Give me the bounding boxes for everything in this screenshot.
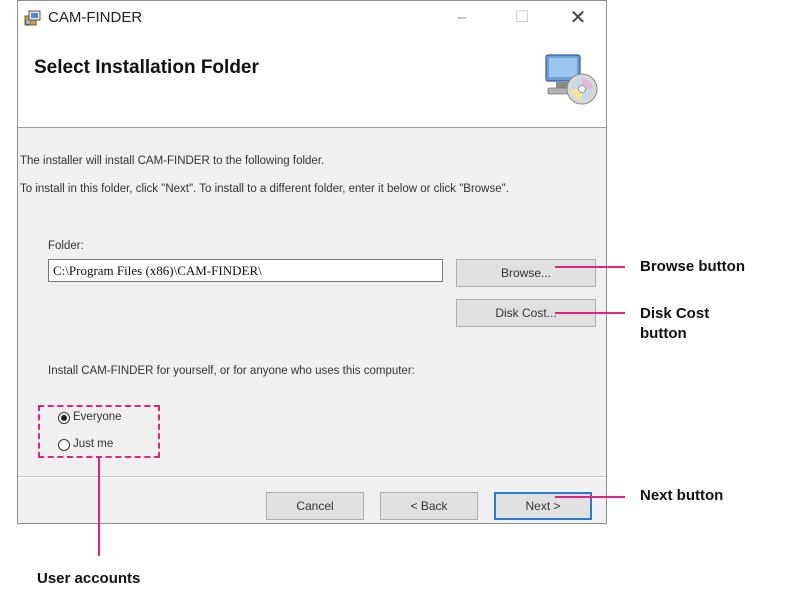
user-accounts-highlight: [38, 405, 160, 458]
back-button[interactable]: < Back: [380, 492, 478, 520]
user-accounts-callout-label: User accounts: [37, 570, 141, 587]
disk-cost-callout-line1: Disk Cost: [640, 305, 710, 322]
maximize-button[interactable]: ☐: [502, 5, 542, 31]
page-title: Select Installation Folder: [34, 57, 259, 78]
intro-text: The installer will install CAM-FINDER to…: [20, 155, 325, 167]
close-button[interactable]: ✕: [558, 5, 598, 31]
folder-path-input[interactable]: [48, 259, 443, 282]
next-callout-label: Next button: [640, 487, 724, 504]
disk-cost-callout-line2: button: [640, 325, 687, 342]
wizard-header: Select Installation Folder: [18, 35, 606, 128]
disk-cost-callout-line: [555, 312, 625, 314]
next-callout-line: [555, 496, 625, 498]
installer-app-icon: [24, 10, 41, 26]
window-title: CAM-FINDER: [48, 9, 143, 26]
title-bar[interactable]: CAM-FINDER – ☐ ✕: [18, 1, 606, 35]
browse-button[interactable]: Browse...: [456, 259, 596, 287]
footer-separator: [18, 476, 606, 478]
browse-callout-line: [555, 266, 625, 268]
user-accounts-callout-line: [98, 458, 100, 556]
browse-callout-label: Browse button: [640, 258, 745, 275]
install-for-text: Install CAM-FINDER for yourself, or for …: [48, 365, 415, 377]
folder-label: Folder:: [48, 240, 84, 252]
minimize-button[interactable]: –: [442, 5, 482, 31]
cancel-button[interactable]: Cancel: [266, 492, 364, 520]
setup-disc-icon: [545, 54, 598, 105]
disk-cost-callout-label: Disk Cost button: [640, 304, 709, 344]
instructions-text: To install in this folder, click "Next".…: [20, 183, 509, 195]
